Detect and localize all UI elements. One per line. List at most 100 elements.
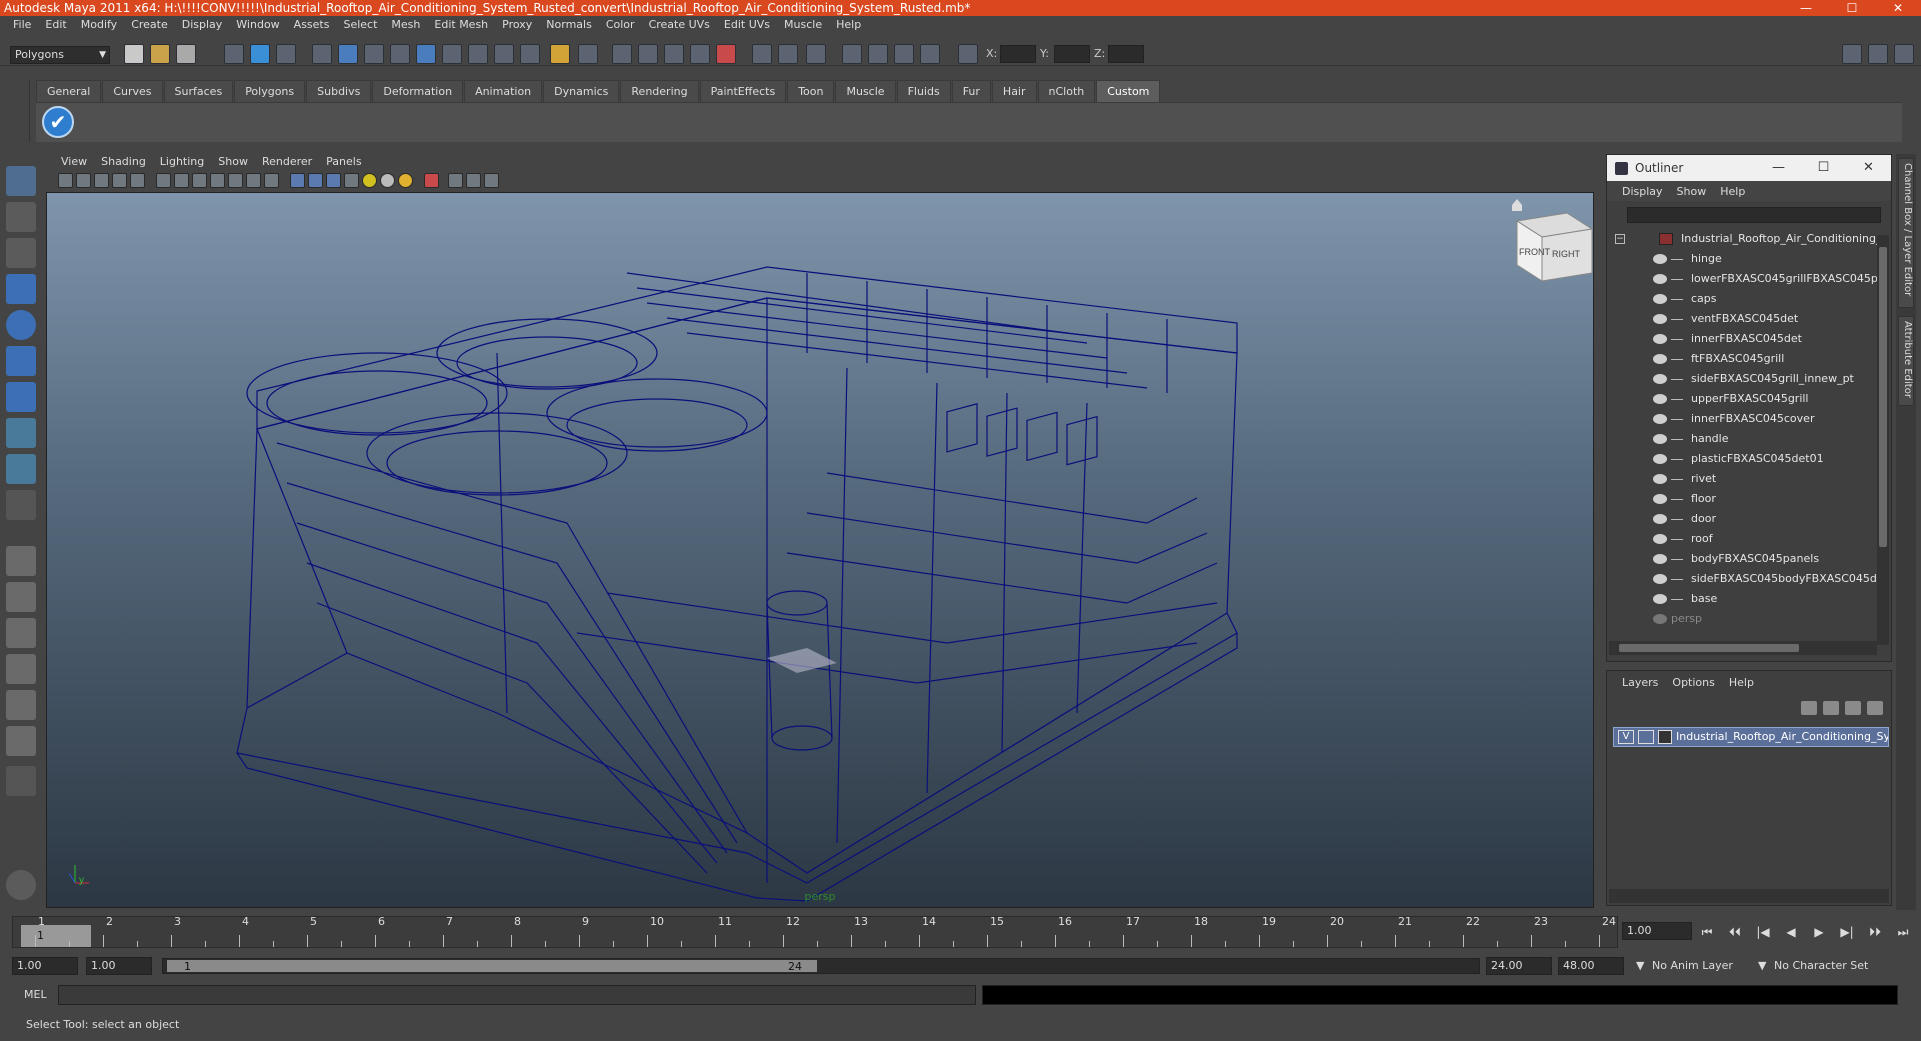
output-ops-icon[interactable]: [778, 44, 798, 64]
field-chart-icon[interactable]: [228, 173, 243, 188]
shelf-tab-polygons[interactable]: Polygons: [234, 80, 306, 102]
input-ops-icon[interactable]: [752, 44, 772, 64]
camera-select-icon[interactable]: [58, 173, 73, 188]
menu-modify[interactable]: Modify: [74, 16, 124, 34]
outliner-minimize-button[interactable]: —: [1756, 155, 1801, 181]
home-icon[interactable]: [1512, 199, 1522, 211]
layer-menu-layers[interactable]: Layers: [1615, 676, 1665, 689]
layer-row[interactable]: V Industrial_Rooftop_Air_Conditioning_Sy…: [1613, 727, 1889, 747]
maximize-button[interactable]: ☐: [1829, 0, 1875, 16]
outliner-item[interactable]: innerFBXASC045det: [1607, 329, 1877, 349]
menu-color[interactable]: Color: [599, 16, 642, 34]
pick-misc-icon[interactable]: [520, 44, 540, 64]
menu-create-uvs[interactable]: Create UVs: [642, 16, 717, 34]
gate-mask-icon[interactable]: [210, 173, 225, 188]
x-field[interactable]: [1000, 45, 1036, 63]
outliner-item[interactable]: hinge: [1607, 249, 1877, 269]
shelf-tab-muscle[interactable]: Muscle: [835, 80, 896, 102]
select-object-icon[interactable]: [250, 44, 270, 64]
select-tool-icon[interactable]: [6, 166, 36, 196]
animation-end-field[interactable]: 48.00: [1558, 957, 1624, 975]
perspective-viewport[interactable]: FRONT RIGHT y persp: [46, 192, 1594, 908]
shelf-tab-toon[interactable]: Toon: [787, 80, 835, 102]
isolate-select-icon[interactable]: [424, 173, 439, 188]
chevron-down-icon[interactable]: ▼: [1636, 957, 1644, 975]
play-forwards-button[interactable]: ▶: [1810, 924, 1828, 940]
outliner-item[interactable]: plasticFBXASC045det01: [1607, 449, 1877, 469]
scale-tool-icon[interactable]: [6, 346, 36, 376]
layer-color-swatch[interactable]: [1658, 730, 1672, 744]
select-hierarchy-icon[interactable]: [224, 44, 244, 64]
shadows-icon[interactable]: [398, 173, 413, 188]
make-live-icon[interactable]: [716, 44, 736, 64]
new-scene-icon[interactable]: [124, 44, 144, 64]
ambient-occlusion-icon[interactable]: [466, 173, 481, 188]
new-layer-icon[interactable]: [1845, 701, 1861, 715]
transform-input-icon[interactable]: [958, 44, 978, 64]
outliner-persp-layout-icon[interactable]: [6, 618, 36, 648]
z-field[interactable]: [1108, 45, 1144, 63]
shelf-tab-painteffects[interactable]: PaintEffects: [699, 80, 787, 102]
graph-persp-layout-icon[interactable]: [6, 654, 36, 684]
command-language-label[interactable]: MEL: [24, 988, 47, 1001]
menu-assets[interactable]: Assets: [287, 16, 337, 34]
bookmark-icon[interactable]: [94, 173, 109, 188]
new-layer-from-selected-icon[interactable]: [1867, 701, 1883, 715]
outliner-item[interactable]: door: [1607, 509, 1877, 529]
menu-edit-mesh[interactable]: Edit Mesh: [427, 16, 495, 34]
wireframe-on-shaded-icon[interactable]: [326, 173, 341, 188]
range-slider[interactable]: [162, 958, 1480, 974]
pick-curves-icon[interactable]: [390, 44, 410, 64]
minimize-button[interactable]: —: [1783, 0, 1829, 16]
layout-options-icon[interactable]: [6, 766, 36, 796]
smooth-shade-icon[interactable]: [308, 173, 323, 188]
step-back-key-button[interactable]: ⏴⏴: [1726, 924, 1744, 940]
character-set-dropdown[interactable]: No Character Set: [1774, 957, 1868, 975]
collapse-icon[interactable]: −: [1615, 234, 1625, 244]
menu-edit-uvs[interactable]: Edit UVs: [717, 16, 777, 34]
menu-create[interactable]: Create: [124, 16, 175, 34]
highlight-selection-icon[interactable]: [578, 44, 598, 64]
go-to-start-button[interactable]: ⏮: [1698, 924, 1716, 940]
menu-set-dropdown[interactable]: Polygons ▼: [10, 46, 110, 64]
shelf-tab-rendering[interactable]: Rendering: [620, 80, 699, 102]
menu-select[interactable]: Select: [336, 16, 384, 34]
menu-file[interactable]: File: [6, 16, 38, 34]
vp-menu-shading[interactable]: Shading: [94, 155, 153, 168]
snap-grid-icon[interactable]: [612, 44, 632, 64]
show-channel-box-icon[interactable]: [1894, 44, 1914, 64]
save-scene-icon[interactable]: [176, 44, 196, 64]
image-plane-icon[interactable]: [112, 173, 127, 188]
menu-muscle[interactable]: Muscle: [777, 16, 829, 34]
outliner-item[interactable]: floor: [1607, 489, 1877, 509]
current-frame-marker[interactable]: [21, 925, 91, 947]
last-tool-icon[interactable]: [6, 490, 36, 520]
film-gate-icon[interactable]: [174, 173, 189, 188]
outliner-item[interactable]: innerFBXASC045cover: [1607, 409, 1877, 429]
menu-mesh[interactable]: Mesh: [384, 16, 427, 34]
ipr-render-icon[interactable]: [894, 44, 914, 64]
outliner-item[interactable]: bodyFBXASC045panels: [1607, 549, 1877, 569]
menu-help[interactable]: Help: [829, 16, 868, 34]
outliner-item[interactable]: ftFBXASC045grill: [1607, 349, 1877, 369]
current-time-field[interactable]: 1.00: [1622, 922, 1692, 940]
anim-layer-dropdown[interactable]: No Anim Layer: [1652, 957, 1733, 975]
outliner-item[interactable]: handle: [1607, 429, 1877, 449]
wireframe-icon[interactable]: [290, 173, 305, 188]
shelf-tab-hair[interactable]: Hair: [991, 80, 1037, 102]
outliner-horizontal-scrollbar[interactable]: [1609, 641, 1877, 655]
high-quality-icon[interactable]: [448, 173, 463, 188]
grid-icon[interactable]: [156, 173, 171, 188]
menu-proxy[interactable]: Proxy: [495, 16, 539, 34]
xray-icon[interactable]: [344, 173, 359, 188]
layer-display-type-toggle[interactable]: [1638, 730, 1654, 744]
camera-attributes-icon[interactable]: [76, 173, 91, 188]
select-component-icon[interactable]: [276, 44, 296, 64]
shelf-tab-curves[interactable]: Curves: [102, 80, 163, 102]
motion-blur-icon[interactable]: [484, 173, 499, 188]
pick-mask-icon[interactable]: [312, 44, 332, 64]
chevron-down-icon[interactable]: ▼: [1758, 957, 1766, 975]
single-pane-layout-icon[interactable]: [6, 546, 36, 576]
outliner-menu-help[interactable]: Help: [1713, 185, 1752, 198]
lasso-tool-icon[interactable]: [6, 202, 36, 232]
